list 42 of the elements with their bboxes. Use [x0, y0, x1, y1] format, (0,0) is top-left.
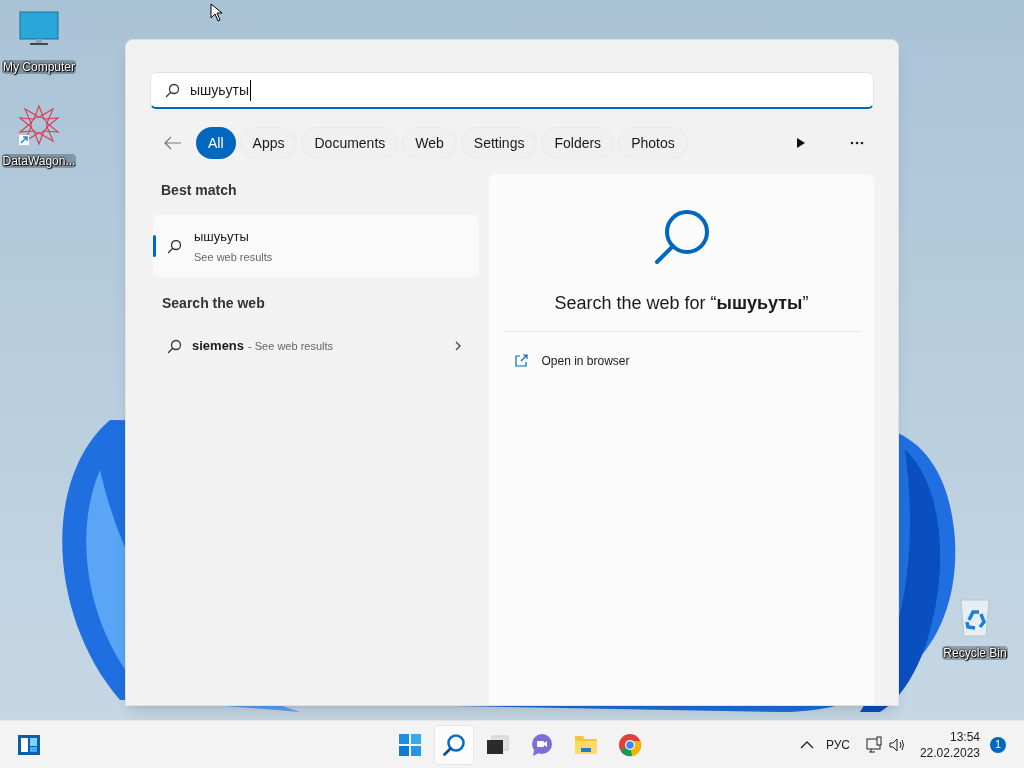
filter-tab[interactable]: Photos	[618, 127, 688, 159]
chat-icon	[529, 732, 554, 757]
suggestion-term: siemens	[192, 337, 245, 356]
windows-logo-icon	[397, 732, 422, 757]
search-query: ышуьуты	[190, 79, 252, 101]
widgets-icon[interactable]	[17, 733, 41, 756]
search-field[interactable]: ышуьуты	[150, 72, 874, 109]
network-icon[interactable]	[865, 736, 883, 753]
suggestion-hint: - See web results	[248, 338, 334, 354]
search-icon	[167, 338, 182, 354]
browser-icon	[617, 732, 642, 757]
filter-tab[interactable]: Documents	[301, 127, 399, 159]
filter-tab[interactable]: Settings	[460, 127, 538, 159]
search-icon	[652, 208, 711, 266]
chevron-right-icon	[455, 341, 461, 351]
preview-heading: Search the web for “ышуьуты”	[554, 292, 809, 315]
search-icon	[441, 732, 466, 757]
search-icon	[165, 82, 180, 98]
language-indicator[interactable]: РУС	[825, 735, 850, 754]
back-arrow-icon[interactable]	[164, 135, 182, 151]
section-heading: Best match	[161, 181, 238, 200]
result-subtitle: See web results	[194, 250, 273, 265]
filter-tab[interactable]: All	[196, 127, 236, 159]
result-item[interactable]: ышуьуты See web results	[153, 215, 479, 277]
task-view-icon	[485, 732, 510, 757]
speaker-icon[interactable]	[888, 736, 906, 753]
more-options-icon[interactable]	[850, 141, 864, 145]
filter-tab[interactable]: Folders	[541, 127, 615, 159]
result-title: ышуьуты	[194, 227, 250, 246]
search-icon	[167, 238, 182, 254]
notification-badge[interactable]: 1	[990, 736, 1006, 753]
web-suggestion[interactable]: siemens - See web results	[153, 326, 479, 366]
clock[interactable]: 13:54 22.02.2023	[919, 728, 980, 761]
filter-tab[interactable]: Web	[402, 127, 457, 159]
chevron-up-icon[interactable]	[799, 739, 814, 750]
mouse-pointer-icon	[210, 3, 223, 22]
external-link-icon	[513, 354, 528, 368]
star-pattern-icon[interactable]	[17, 104, 61, 148]
filter-tab[interactable]: Apps	[239, 127, 298, 159]
open-in-browser-link[interactable]: Open in browser	[503, 346, 860, 376]
play-icon[interactable]	[796, 137, 806, 149]
section-heading: Search the web	[162, 294, 266, 313]
